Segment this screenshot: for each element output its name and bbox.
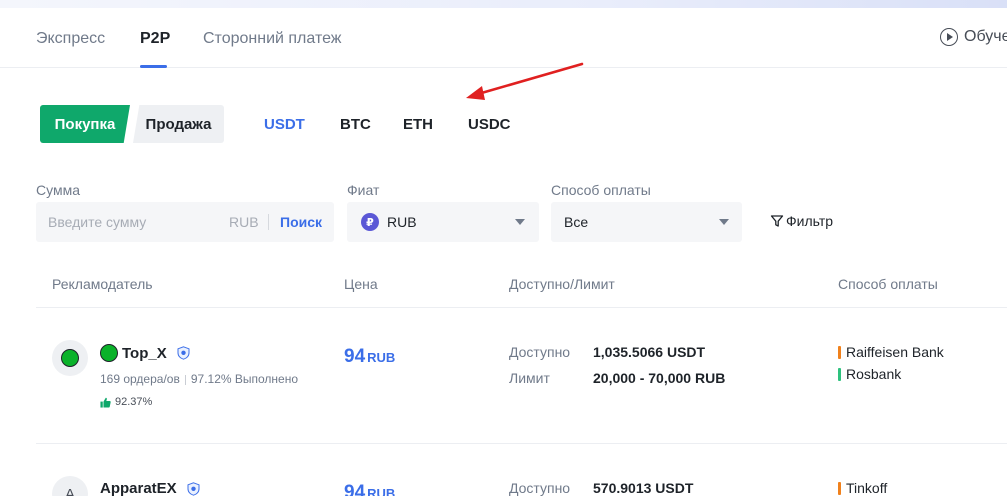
payment-method-value: Все (564, 214, 589, 230)
verified-shield-icon (187, 481, 200, 496)
orders-count: 169 ордера/ов (100, 372, 180, 386)
sell-button[interactable]: Продажа (133, 105, 224, 143)
coin-tab-eth[interactable]: ETH (403, 116, 433, 133)
price-unit: RUB (367, 350, 396, 365)
advertiser-stats: 169 ордера/ов 97.12% Выполнено (100, 372, 298, 386)
header-available-limit: Доступно/Лимит (509, 276, 615, 292)
header-advertiser: Рекламодатель (52, 276, 153, 292)
amount-input[interactable] (48, 202, 218, 242)
green-circle-icon (61, 349, 79, 367)
payment-method-item: Rosbank (838, 366, 901, 382)
price-unit: RUB (367, 486, 396, 496)
available-label: Доступно (509, 480, 571, 496)
ruble-icon: ₽ (361, 213, 379, 231)
price-value: 94 (344, 346, 366, 367)
top-banner-strip (0, 0, 1007, 8)
payment-method-name: Tinkoff (846, 480, 888, 496)
fiat-select[interactable]: ₽ RUB (347, 202, 539, 242)
play-circle-icon (940, 28, 958, 46)
funnel-icon (770, 215, 784, 227)
amount-unit: RUB (229, 214, 259, 230)
coin-tab-btc[interactable]: BTC (340, 116, 371, 133)
tab-p2p[interactable]: P2P (140, 30, 170, 48)
available-value: 570.9013 USDT (593, 480, 694, 496)
available-value: 1,035.5066 USDT (593, 344, 706, 360)
buy-button[interactable]: Покупка (40, 105, 130, 143)
payment-color-bar (838, 481, 841, 495)
amount-divider (268, 214, 269, 230)
completion-rate: 97.12% Выполнено (190, 372, 299, 386)
fiat-value: RUB (387, 214, 417, 230)
tutorial-label: Обучение (964, 28, 1007, 45)
verified-shield-icon (177, 346, 190, 360)
available-label: Доступно (509, 344, 571, 360)
tab-third-party-payment[interactable]: Сторонний платеж (203, 30, 342, 48)
payment-method-label: Способ оплаты (551, 182, 651, 198)
thumbs-up-icon (100, 397, 111, 408)
price: 94 RUB (344, 482, 395, 496)
header-payment-method: Способ оплаты (838, 276, 938, 292)
price: 94 RUB (344, 346, 395, 368)
advertiser-name[interactable]: ApparatEX (100, 480, 200, 496)
filter-button[interactable]: Фильтр (770, 213, 833, 229)
payment-method-name: Rosbank (846, 366, 902, 382)
filter-label: Фильтр (786, 213, 834, 229)
payment-method-select[interactable]: Все (551, 202, 742, 242)
amount-field-box: RUB Поиск (36, 202, 334, 242)
active-tab-indicator (140, 65, 167, 68)
positive-rating: 92.37% (100, 396, 152, 408)
payment-method-item: Tinkoff (838, 480, 887, 496)
advertiser-name[interactable]: Top_X (100, 344, 190, 362)
payment-color-bar (838, 367, 841, 381)
payment-method-name: Raiffeisen Bank (846, 344, 944, 360)
tutorial-link[interactable]: Обучение (940, 28, 1007, 46)
fiat-label: Фиат (347, 182, 380, 198)
tab-express[interactable]: Экспресс (36, 30, 105, 48)
limit-label: Лимит (509, 370, 550, 386)
row-divider (36, 443, 1007, 444)
coin-tab-usdt[interactable]: USDT (264, 116, 305, 133)
avatar-letter: A (64, 485, 75, 496)
price-value: 94 (344, 482, 366, 496)
coin-tab-usdc[interactable]: USDC (468, 116, 511, 133)
advertiser-name-text: Top_X (122, 344, 167, 362)
chevron-down-icon (515, 219, 525, 225)
payment-method-item: Raiffeisen Bank (838, 344, 944, 360)
advertiser-name-text: ApparatEX (100, 480, 177, 496)
avatar[interactable]: A (52, 476, 88, 496)
top-nav: Экспресс P2P Сторонний платеж Обучение (0, 8, 1007, 68)
avatar[interactable] (52, 340, 88, 376)
payment-color-bar (838, 345, 841, 359)
amount-label: Сумма (36, 182, 80, 198)
annotation-arrow (466, 62, 584, 100)
rating-value: 92.37% (115, 396, 153, 408)
green-circle-icon (100, 344, 118, 362)
header-price: Цена (344, 276, 378, 292)
header-divider (36, 307, 1007, 308)
chevron-down-icon (719, 219, 729, 225)
limit-value: 20,000 - 70,000 RUB (593, 370, 726, 386)
search-button[interactable]: Поиск (280, 214, 322, 230)
